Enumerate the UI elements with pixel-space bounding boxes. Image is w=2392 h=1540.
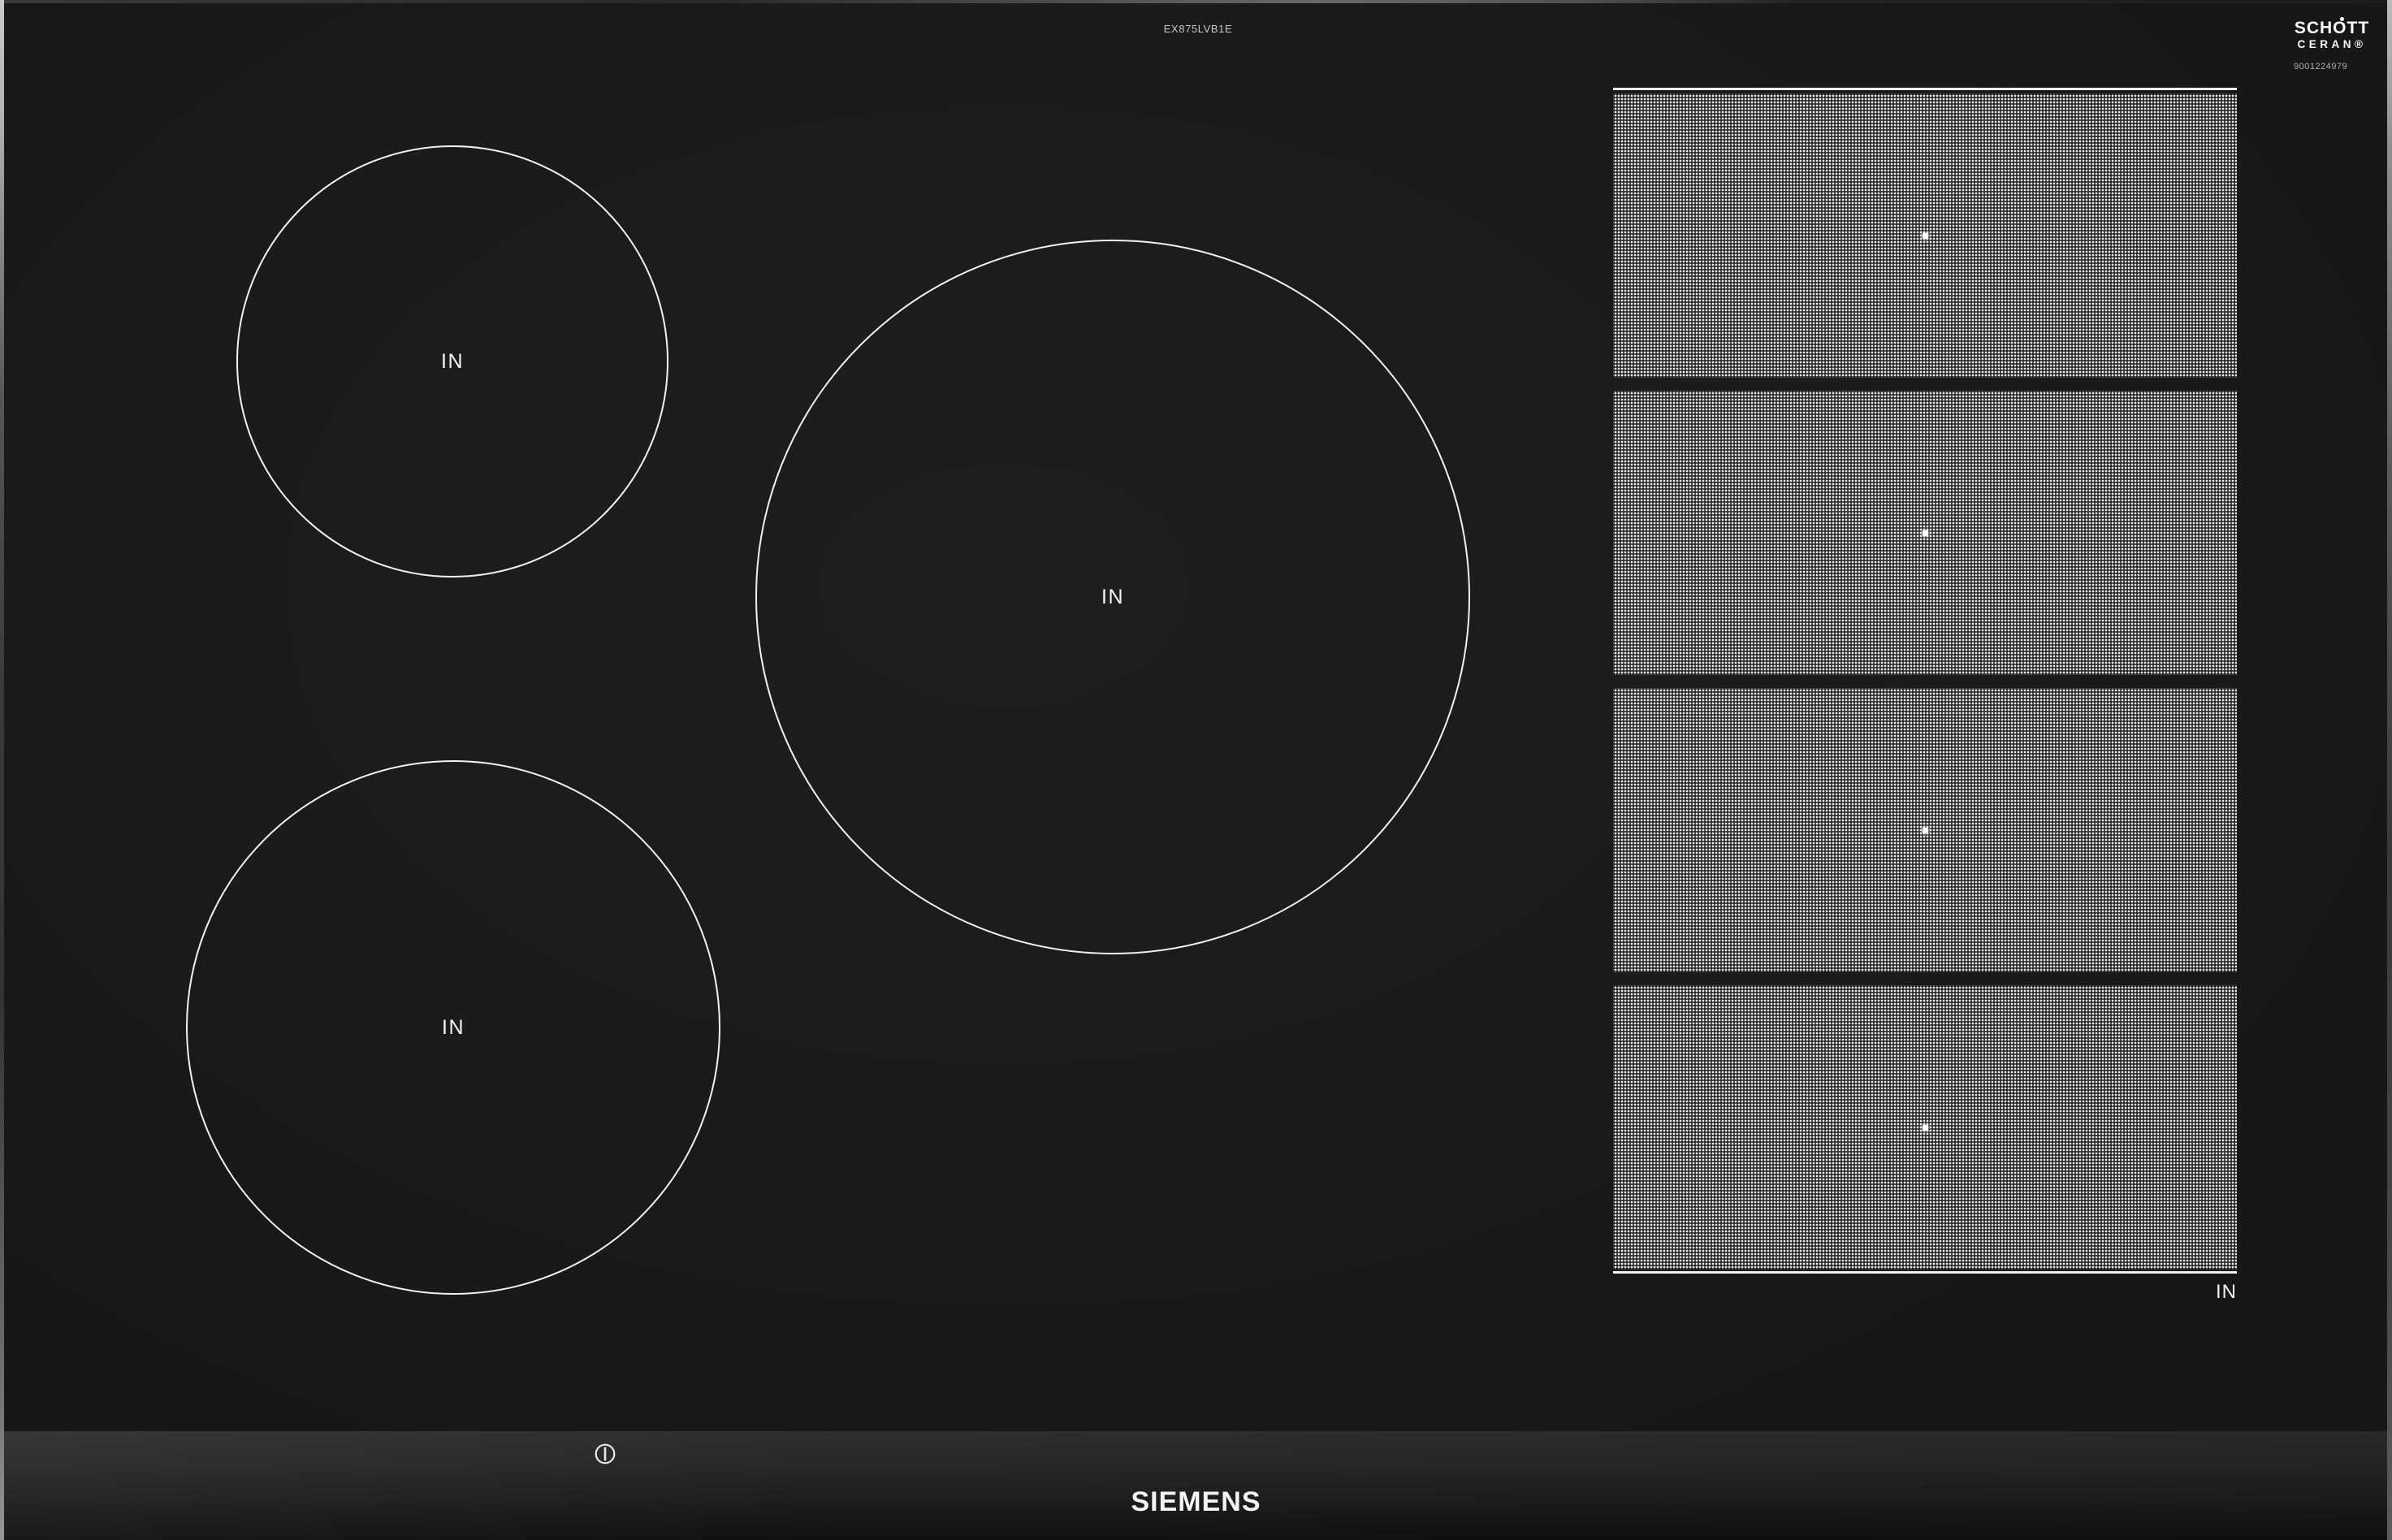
flex-zone-bottom-line [1613, 1271, 2237, 1274]
glass-left-edge [0, 0, 4, 1540]
front-control-strip [0, 1431, 2392, 1540]
cooktop-surface: EX875LVB1E SCHOTT CERAN® 9001224979 IN I… [0, 0, 2392, 1540]
flex-zone-segment [1613, 391, 2237, 675]
flex-induction-zone: IN [1613, 88, 2237, 1303]
ceran-word: CERAN® [2297, 38, 2367, 50]
segment-center-dot-icon [1922, 1124, 1928, 1131]
induction-zone-label: IN [442, 1015, 465, 1039]
induction-zone-label: IN [1101, 585, 1124, 608]
flex-zone-induction-label: IN [2216, 1281, 2237, 1303]
schott-word: SCHOTT [2294, 19, 2370, 37]
cooking-zone-center: IN [755, 240, 1470, 954]
model-number-label: EX875LVB1E [1163, 23, 1233, 35]
flex-zone-segment [1613, 985, 2237, 1270]
power-button[interactable] [594, 1443, 616, 1465]
flex-zone-segment [1613, 688, 2237, 972]
glass-top-edge [0, 0, 2392, 3]
segment-center-dot-icon [1922, 530, 1928, 536]
schott-logo-text: SCHOTT [2294, 17, 2370, 37]
glass-right-edge [2387, 0, 2392, 1540]
flex-zone-top-line [1613, 88, 2237, 90]
schott-ceran-logo: SCHOTT CERAN® 9001224979 [2287, 17, 2377, 71]
cooking-zone-front-left: IN [186, 760, 720, 1295]
brand-logo: SIEMENS [1131, 1486, 1261, 1517]
segment-center-dot-icon [1922, 232, 1928, 239]
flex-zone-segment [1613, 93, 2237, 378]
power-icon [595, 1443, 616, 1464]
segment-center-dot-icon [1922, 827, 1928, 833]
induction-zone-label: IN [441, 349, 464, 373]
cooking-zone-back-left: IN [236, 145, 668, 578]
glass-serial-code: 9001224979 [2294, 61, 2348, 71]
